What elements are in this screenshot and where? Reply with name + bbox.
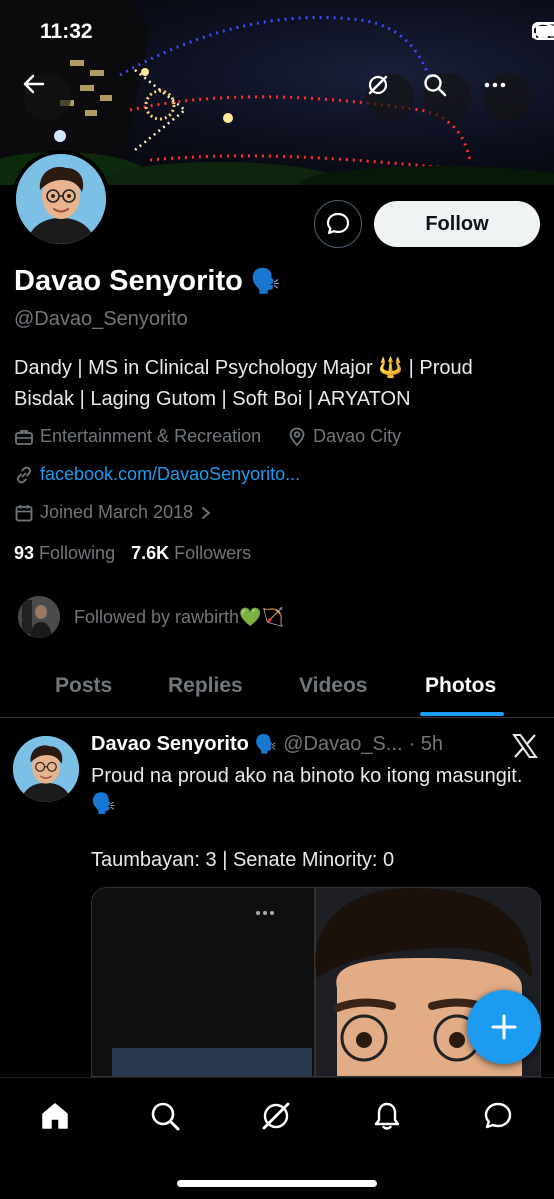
following-count-link[interactable]: 93 Following bbox=[14, 543, 115, 564]
plus-icon bbox=[491, 1014, 517, 1040]
followed-by-avatar-image bbox=[18, 596, 60, 638]
followers-count: 7.6K bbox=[131, 543, 170, 563]
bell-icon bbox=[374, 1102, 400, 1130]
x-logo-icon bbox=[512, 734, 538, 758]
nav-search[interactable] bbox=[145, 1096, 185, 1136]
post-author-handle: @Davao_S... bbox=[283, 733, 403, 755]
grok-icon bbox=[262, 1102, 290, 1130]
profile-avatar[interactable] bbox=[12, 150, 110, 248]
profile-location: Davao City bbox=[313, 426, 402, 446]
chevron-right-icon bbox=[202, 506, 211, 519]
back-button[interactable] bbox=[23, 73, 71, 121]
message-bubble-icon bbox=[326, 212, 350, 235]
tab-posts[interactable]: Posts bbox=[55, 674, 112, 698]
followed-by-text: Followed by rawbirth💚🏹 bbox=[74, 606, 284, 627]
nav-notifications[interactable] bbox=[367, 1096, 407, 1136]
profile-joined: Joined March 2018 bbox=[40, 502, 194, 522]
message-button[interactable] bbox=[314, 200, 362, 248]
post-avatar[interactable] bbox=[13, 736, 79, 802]
post-time: · 5h bbox=[408, 733, 443, 755]
search-icon bbox=[151, 1102, 180, 1131]
search-icon bbox=[424, 74, 447, 97]
profile-category: Entertainment & Recreation bbox=[40, 426, 262, 446]
post-text-line2: Taumbayan: 3 | Senate Minority: 0 bbox=[91, 849, 395, 871]
profile-joined-row[interactable]: Joined March 2018 bbox=[14, 502, 213, 523]
following-label: Following bbox=[39, 543, 116, 563]
tab-photos[interactable]: Photos bbox=[425, 674, 496, 698]
following-count: 93 bbox=[14, 543, 35, 563]
compose-post-button[interactable] bbox=[467, 990, 541, 1064]
followers-label: Followers bbox=[174, 543, 252, 563]
profile-meta-row-2: facebook.com/DavaoSenyorito... bbox=[14, 464, 300, 485]
message-bubble-icon bbox=[484, 1102, 512, 1129]
tab-videos[interactable]: Videos bbox=[299, 674, 367, 698]
nav-grok[interactable] bbox=[256, 1096, 296, 1136]
followers-count-link[interactable]: 7.6K Followers bbox=[131, 543, 251, 564]
home-indicator bbox=[177, 1180, 377, 1187]
link-icon bbox=[17, 466, 31, 483]
followed-by-row[interactable]: Followed by rawbirth💚🏹 bbox=[16, 594, 284, 640]
post-body[interactable]: Proud na proud ako na binoto ko itong ma… bbox=[91, 762, 531, 874]
more-button[interactable] bbox=[483, 73, 531, 121]
avatar-image bbox=[16, 154, 106, 244]
battery-icon bbox=[532, 22, 554, 40]
profile-tabs: Posts Replies Videos Photos bbox=[0, 662, 554, 718]
profile-meta-row-1: Entertainment & Recreation Davao City bbox=[14, 426, 401, 447]
arrow-left-icon bbox=[23, 74, 45, 94]
follow-button[interactable]: Follow bbox=[374, 201, 540, 247]
search-button[interactable] bbox=[423, 73, 471, 121]
nav-messages[interactable] bbox=[478, 1096, 518, 1136]
briefcase-icon bbox=[15, 429, 33, 445]
tab-replies[interactable]: Replies bbox=[168, 674, 243, 698]
status-bar: 11:32 bbox=[0, 0, 554, 66]
post-author-name[interactable]: Davao Senyorito bbox=[91, 733, 249, 756]
profile-name-row: Davao Senyorito 🗣️ bbox=[14, 265, 281, 298]
profile-name: Davao Senyorito bbox=[14, 265, 243, 297]
more-icon bbox=[484, 82, 506, 88]
profile-bio: Dandy | MS in Clinical Psychology Major … bbox=[14, 357, 473, 410]
grok-icon bbox=[368, 75, 388, 95]
status-time: 11:32 bbox=[40, 20, 93, 43]
post-avatar-image bbox=[13, 736, 79, 802]
home-icon bbox=[42, 1103, 68, 1129]
post-text-line1: Proud na proud ako na binoto ko itong ma… bbox=[91, 765, 523, 815]
profile-website-link[interactable]: facebook.com/DavaoSenyorito... bbox=[40, 464, 300, 485]
nav-home[interactable] bbox=[35, 1096, 75, 1136]
grok-button[interactable] bbox=[366, 73, 414, 121]
calendar-icon bbox=[15, 504, 33, 521]
speaking-head-emoji: 🗣️ bbox=[250, 268, 281, 295]
post-author-emoji: 🗣️ bbox=[254, 734, 278, 754]
post-header: Davao Senyorito 🗣️ @Davao_S... · 5h bbox=[91, 733, 443, 756]
location-pin-icon bbox=[289, 427, 305, 446]
active-tab-indicator bbox=[420, 712, 504, 716]
profile-handle: @Davao_Senyorito bbox=[14, 308, 188, 330]
follow-counts: 93 Following 7.6K Followers bbox=[14, 543, 251, 564]
followed-by-avatar bbox=[16, 594, 62, 640]
